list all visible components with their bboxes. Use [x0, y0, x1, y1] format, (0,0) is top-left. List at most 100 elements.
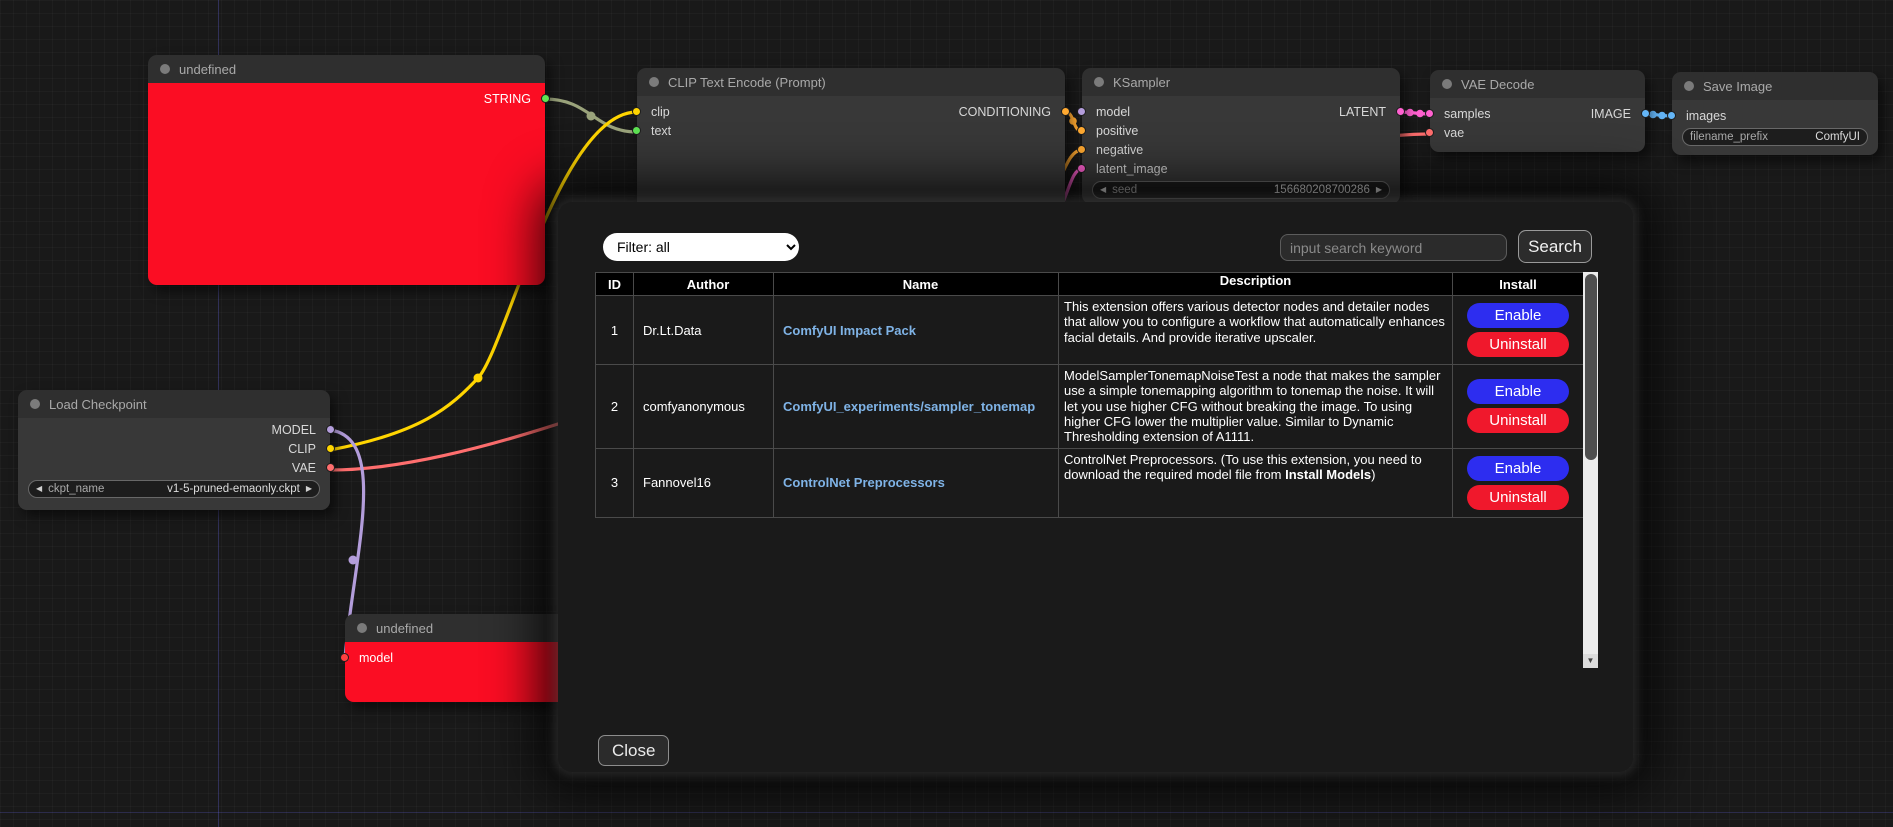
collapse-dot-icon[interactable] — [1442, 79, 1452, 89]
search-input[interactable] — [1280, 234, 1507, 261]
header-author: Author — [634, 273, 774, 296]
extension-link[interactable]: ComfyUI Impact Pack — [783, 323, 916, 338]
slot-row: VAE — [18, 458, 330, 477]
node-titlebar[interactable]: undefined — [148, 55, 545, 83]
scrollbar[interactable]: ▼ — [1583, 272, 1598, 668]
uninstall-button[interactable]: Uninstall — [1467, 332, 1569, 357]
search-button[interactable]: Search — [1518, 230, 1592, 263]
description-text: ) — [1371, 467, 1375, 482]
header-id: ID — [596, 273, 634, 296]
node-undefined-top[interactable]: undefined STRING — [148, 55, 545, 285]
widget-name: filename_prefix — [1690, 131, 1768, 143]
slot-row: positive — [1082, 121, 1400, 140]
widget-value: 156680208700286 — [1274, 184, 1370, 196]
output-label-image: IMAGE — [1591, 107, 1631, 121]
header-name: Name — [774, 273, 1059, 296]
filter-select[interactable]: Filter: all — [603, 233, 799, 261]
node-save-image[interactable]: Save Image images filename_prefix ComfyU… — [1672, 72, 1878, 155]
node-ksampler[interactable]: KSampler model LATENT positive negative … — [1082, 68, 1400, 204]
node-load-checkpoint[interactable]: Load Checkpoint MODEL CLIP VAE ◀ ckpt_na… — [18, 390, 330, 510]
input-label-text: text — [651, 124, 671, 138]
cell-id: 1 — [596, 296, 634, 365]
ckpt-name-widget[interactable]: ◀ ckpt_name v1-5-pruned-emaonly.ckpt ▶ — [28, 480, 320, 498]
collapse-dot-icon[interactable] — [649, 77, 659, 87]
output-label-conditioning: CONDITIONING — [959, 105, 1051, 119]
node-titlebar[interactable]: Save Image — [1672, 72, 1878, 100]
output-pin-image[interactable] — [1641, 109, 1650, 118]
enable-button[interactable]: Enable — [1467, 456, 1569, 481]
input-pin-model[interactable] — [1077, 107, 1086, 116]
increment-arrow-icon[interactable]: ▶ — [1376, 186, 1382, 194]
input-label-vae: vae — [1444, 126, 1464, 140]
input-pin-samples[interactable] — [1425, 109, 1434, 118]
input-pin-negative[interactable] — [1077, 145, 1086, 154]
input-pin-clip[interactable] — [632, 107, 641, 116]
description-bold-text: Install Models — [1285, 467, 1371, 482]
cell-id: 3 — [596, 448, 634, 517]
output-pin-model[interactable] — [326, 425, 335, 434]
table-row: 2 comfyanonymous ComfyUI_experiments/sam… — [596, 365, 1584, 449]
scroll-down-icon[interactable]: ▼ — [1583, 654, 1598, 668]
output-label-model: MODEL — [272, 423, 316, 437]
output-label-clip: CLIP — [288, 442, 316, 456]
slot-row: MODEL — [18, 420, 330, 439]
slot-row: vae — [1430, 123, 1645, 142]
input-pin-vae[interactable] — [1425, 128, 1434, 137]
collapse-dot-icon[interactable] — [1094, 77, 1104, 87]
cell-author: Fannovel16 — [634, 448, 774, 517]
input-pin-model[interactable] — [340, 653, 349, 662]
canvas-axis-horizontal — [0, 812, 1893, 813]
node-titlebar[interactable]: KSampler — [1082, 68, 1400, 96]
cell-author: comfyanonymous — [634, 365, 774, 449]
enable-button[interactable]: Enable — [1467, 379, 1569, 404]
output-pin-clip[interactable] — [326, 444, 335, 453]
node-title: undefined — [376, 621, 433, 636]
node-titlebar[interactable]: VAE Decode — [1430, 70, 1645, 98]
node-title: VAE Decode — [1461, 77, 1534, 92]
enable-button[interactable]: Enable — [1467, 303, 1569, 328]
input-pin-positive[interactable] — [1077, 126, 1086, 135]
output-pin-string[interactable] — [541, 94, 550, 103]
widget-value: v1-5-pruned-emaonly.ckpt — [167, 483, 300, 495]
uninstall-button[interactable]: Uninstall — [1467, 408, 1569, 433]
slot-row: negative — [1082, 140, 1400, 159]
output-pin-vae[interactable] — [326, 463, 335, 472]
extension-link[interactable]: ComfyUI_experiments/sampler_tonemap — [783, 399, 1035, 414]
collapse-dot-icon[interactable] — [160, 64, 170, 74]
increment-arrow-icon[interactable]: ▶ — [306, 485, 312, 493]
input-pin-images[interactable] — [1667, 111, 1676, 120]
input-label-model: model — [359, 651, 393, 665]
output-pin-conditioning[interactable] — [1061, 107, 1070, 116]
input-pin-text[interactable] — [632, 126, 641, 135]
output-label-latent: LATENT — [1339, 105, 1386, 119]
close-button[interactable]: Close — [598, 735, 669, 766]
output-label-string: STRING — [484, 92, 531, 106]
node-title: undefined — [179, 62, 236, 77]
input-label-model: model — [1096, 105, 1130, 119]
cell-description: ModelSamplerTonemapNoiseTest a node that… — [1059, 365, 1453, 449]
collapse-dot-icon[interactable] — [357, 623, 367, 633]
decrement-arrow-icon[interactable]: ◀ — [1100, 186, 1106, 194]
node-vae-decode[interactable]: VAE Decode samples IMAGE vae — [1430, 70, 1645, 152]
filename-prefix-widget[interactable]: filename_prefix ComfyUI — [1682, 128, 1868, 146]
scrollbar-thumb[interactable] — [1585, 274, 1597, 460]
extension-link[interactable]: ControlNet Preprocessors — [783, 475, 945, 490]
output-pin-latent[interactable] — [1396, 107, 1405, 116]
input-label-images: images — [1686, 109, 1726, 123]
slot-row: samples IMAGE — [1430, 104, 1645, 123]
table-row: 3 Fannovel16 ControlNet Preprocessors Co… — [596, 448, 1584, 517]
extensions-table: ID Author Name Description Install 1 Dr.… — [595, 272, 1583, 518]
node-title: Load Checkpoint — [49, 397, 147, 412]
input-label-latent-image: latent_image — [1096, 162, 1168, 176]
collapse-dot-icon[interactable] — [1684, 81, 1694, 91]
seed-widget[interactable]: ◀ seed 156680208700286 ▶ — [1092, 181, 1390, 199]
uninstall-button[interactable]: Uninstall — [1467, 485, 1569, 510]
slot-row: STRING — [148, 89, 545, 108]
node-titlebar[interactable]: Load Checkpoint — [18, 390, 330, 418]
input-pin-latent-image[interactable] — [1077, 164, 1086, 173]
collapse-dot-icon[interactable] — [30, 399, 40, 409]
decrement-arrow-icon[interactable]: ◀ — [36, 485, 42, 493]
cell-author: Dr.Lt.Data — [634, 296, 774, 365]
slot-row: clip CONDITIONING — [637, 102, 1065, 121]
node-titlebar[interactable]: CLIP Text Encode (Prompt) — [637, 68, 1065, 96]
